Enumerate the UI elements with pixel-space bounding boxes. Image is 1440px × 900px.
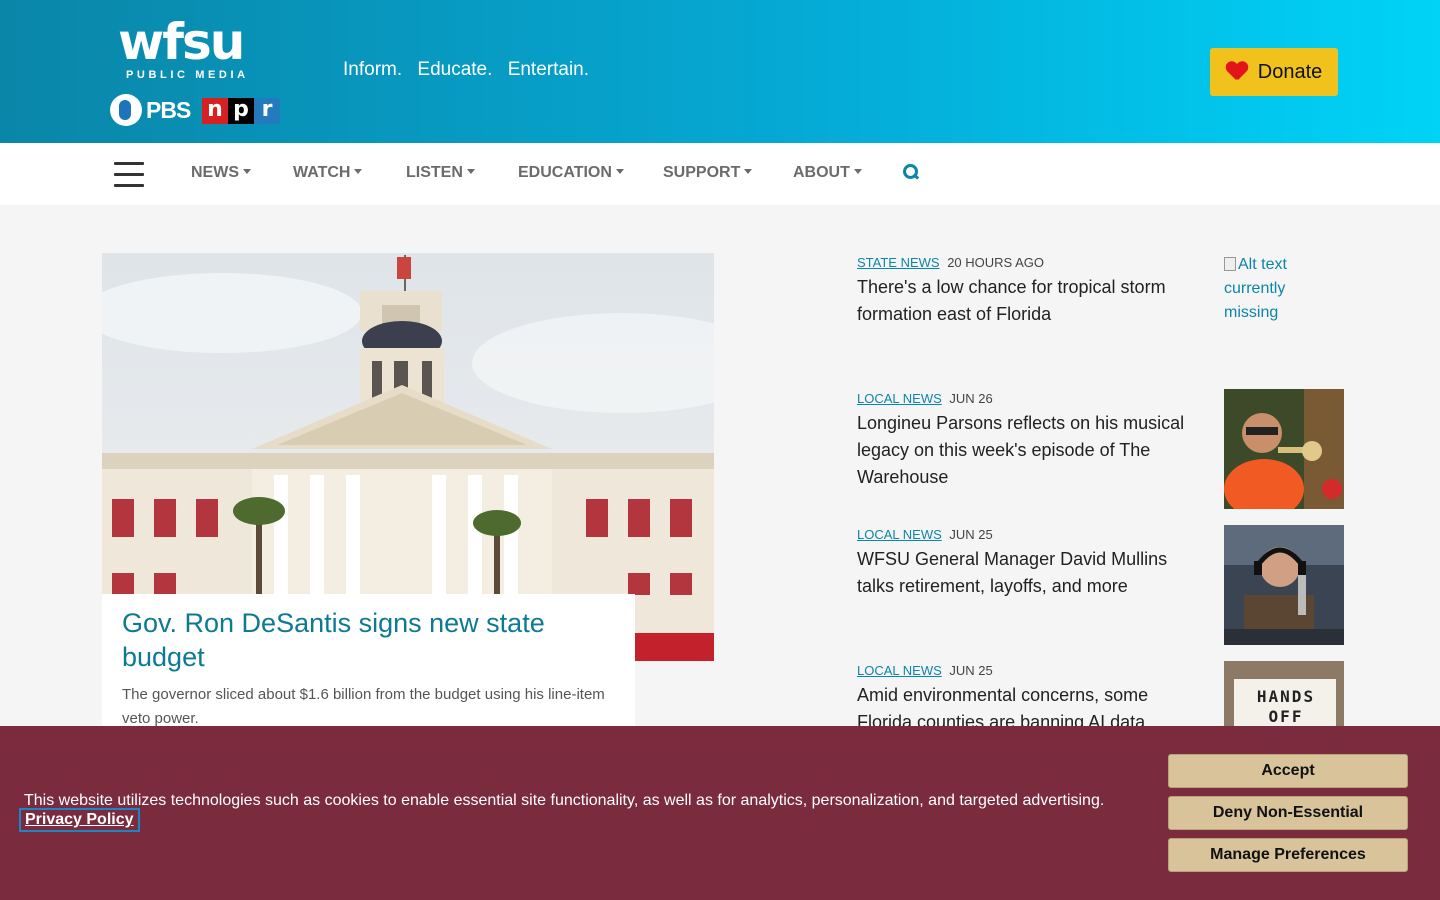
caret-down-icon [744,169,753,174]
story-headline[interactable]: There's a low chance for tropical storm … [857,274,1202,328]
npr-letter-r: r [254,98,280,124]
story-timestamp: JUN 25 [949,663,993,678]
hero-story-card[interactable]: Gov. Ron DeSantis signs new state budget… [102,594,635,734]
story-category-link[interactable]: LOCAL NEWS [857,663,942,678]
logo-wordmark: wfsu [118,13,245,71]
pbs-logo: PBS [110,94,191,126]
hero-description: The governor sliced about $1.6 billion f… [122,686,605,727]
privacy-policy-link[interactable]: Privacy Policy [19,808,140,832]
trumpet-player-image [1224,389,1344,509]
story-timestamp: JUN 26 [949,391,993,406]
pbs-label: PBS [146,96,191,123]
story-timestamp: 20 HOURS AGO [947,255,1045,270]
story-meta: LOCAL NEWS JUN 25 [857,663,1202,678]
story-category-link[interactable]: LOCAL NEWS [857,391,942,406]
tagline-educate: Educate. [417,59,493,80]
story-item: LOCAL NEWS JUN 25 WFSU General Manager D… [857,527,1202,600]
nav-item-about[interactable]: ABOUT [793,164,862,182]
story-timestamp: JUN 25 [949,527,993,542]
search-icon[interactable] [903,164,919,180]
deny-non-essential-button[interactable]: Deny Non-Essential [1168,796,1408,830]
nav-item-label: NEWS [191,164,239,181]
story-headline[interactable]: WFSU General Manager David Mullins talks… [857,546,1202,600]
sign-text: HANDS OFF [1256,687,1316,726]
nav-item-label: LISTEN [406,164,463,181]
story-thumbnail-trumpet[interactable] [1224,389,1344,509]
nav-item-news[interactable]: NEWS [191,164,251,182]
caret-down-icon [354,169,363,174]
radio-studio-image [1224,525,1344,645]
story-meta: LOCAL NEWS JUN 26 [857,391,1202,406]
story-meta: LOCAL NEWS JUN 25 [857,527,1202,542]
tagline-entertain: Entertain. [507,59,590,80]
story-item: LOCAL NEWS JUN 26 Longineu Parsons refle… [857,391,1202,491]
caret-down-icon [466,169,475,174]
nav-item-label: ABOUT [793,164,850,181]
nav-item-label: WATCH [293,164,351,181]
nav-item-education[interactable]: EDUCATION [518,164,624,182]
donate-label: Donate [1257,60,1323,83]
heart-icon [1226,62,1248,82]
tagline: Inform. Educate. Entertain. [343,59,597,81]
story-meta: STATE NEWS 20 HOURS AGO [857,255,1202,270]
caret-down-icon [243,169,251,174]
wfsu-logo[interactable]: wfsu PUBLIC MEDIA PBS n p r [110,14,285,132]
story-headline[interactable]: Longineu Parsons reflects on his musical… [857,410,1202,491]
nav-item-label: EDUCATION [518,164,612,181]
story-category-link[interactable]: LOCAL NEWS [857,527,942,542]
hamburger-icon[interactable] [114,162,144,187]
cookie-message: This website utilizes technologies such … [24,792,1105,809]
npr-letter-p: p [228,98,254,124]
nav-item-label: SUPPORT [663,164,741,181]
pbs-head-icon [110,94,142,126]
npr-letter-n: n [202,98,228,124]
npr-logo: n p r [202,98,280,124]
caret-down-icon [853,169,862,174]
nav-item-listen[interactable]: LISTEN [406,164,475,182]
accept-button[interactable]: Accept [1168,754,1408,788]
nav-item-watch[interactable]: WATCH [293,164,363,182]
caret-down-icon [615,169,624,174]
broken-image-icon [1224,257,1236,271]
hero-headline[interactable]: Gov. Ron DeSantis signs new state budget [122,606,615,674]
story-category-link[interactable]: STATE NEWS [857,255,940,270]
tagline-inform: Inform. [343,59,403,80]
donate-button[interactable]: Donate [1210,48,1338,96]
nav-item-support[interactable]: SUPPORT [663,164,753,182]
manage-preferences-button[interactable]: Manage Preferences [1168,838,1408,872]
story-thumbnail-studio[interactable] [1224,525,1344,645]
story-item: STATE NEWS 20 HOURS AGO There's a low ch… [857,255,1202,328]
story-thumbnail-missing[interactable]: Alt text currently missing [1224,253,1334,325]
site-header: wfsu PUBLIC MEDIA PBS n p r Inform. Educ… [0,0,1440,143]
logo-subtext: PUBLIC MEDIA [126,69,249,81]
